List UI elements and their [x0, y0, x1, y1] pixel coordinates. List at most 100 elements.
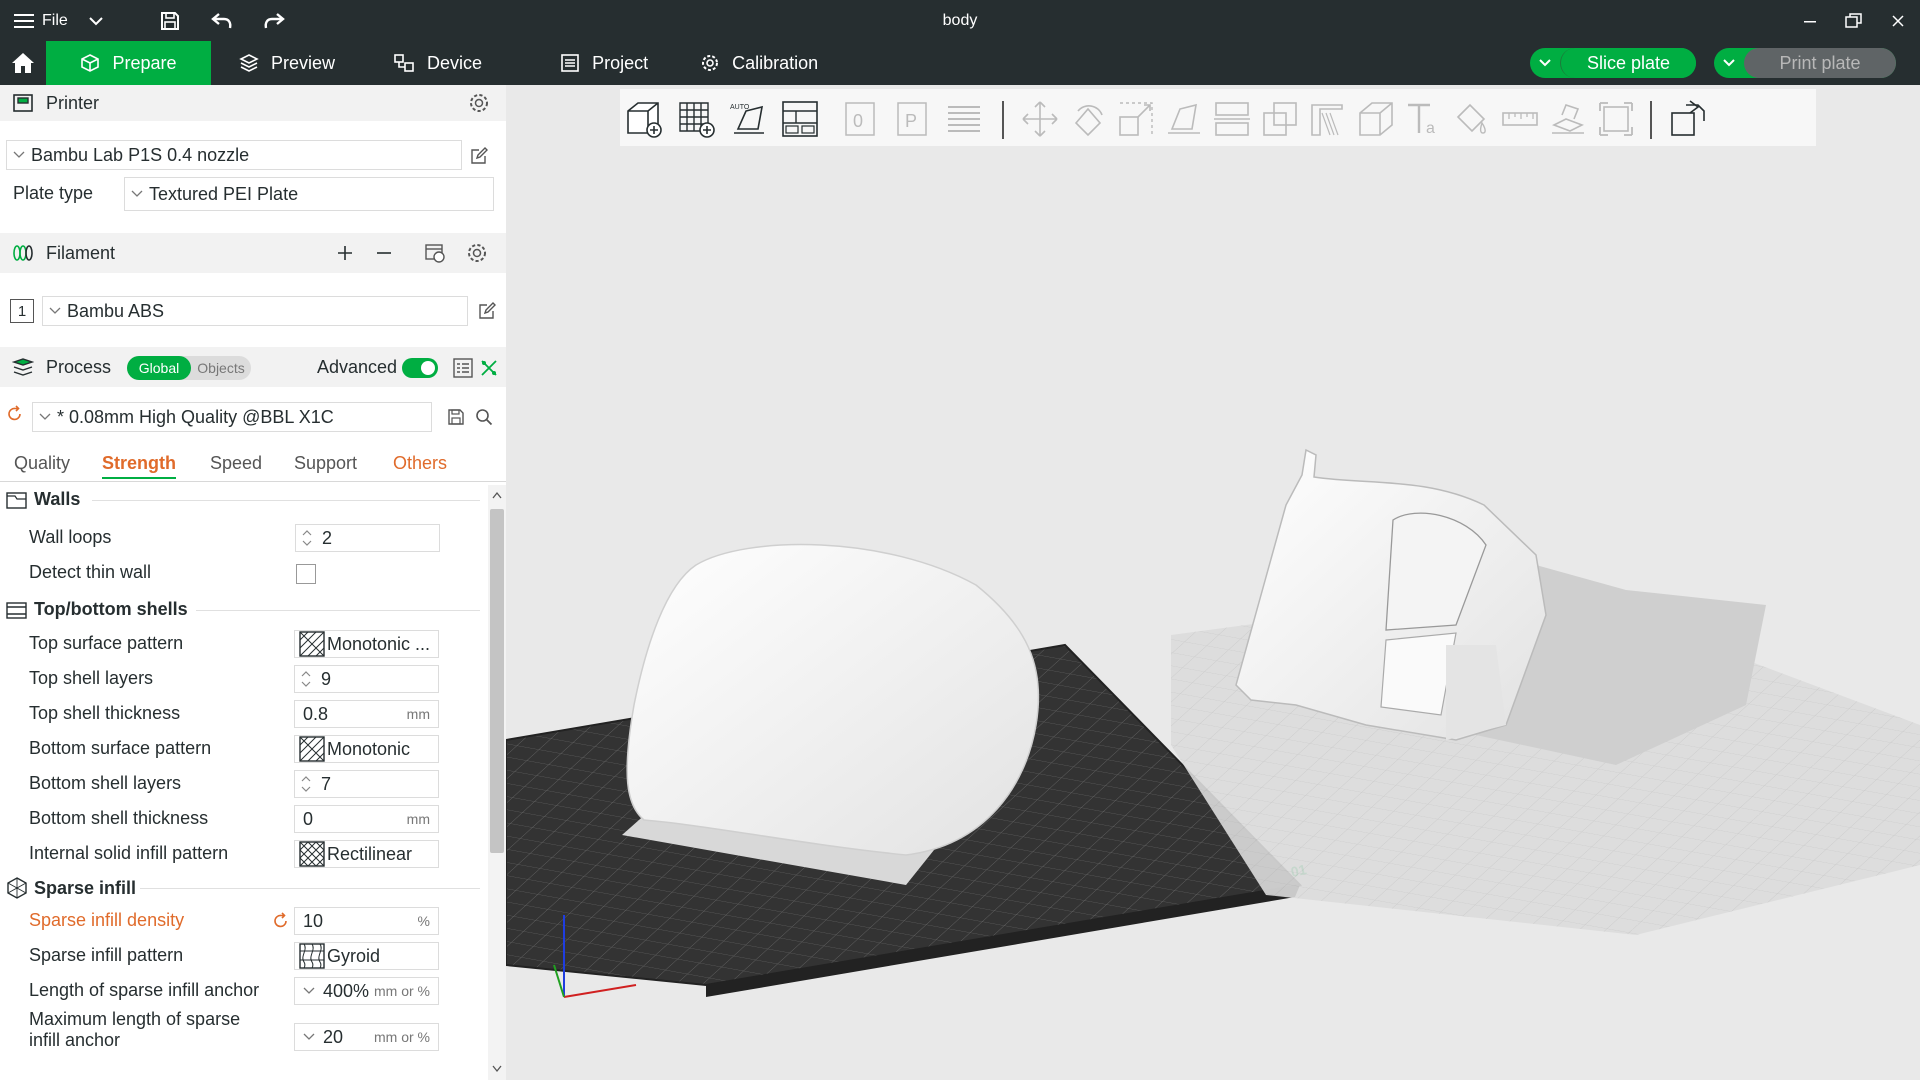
- boolean-icon[interactable]: [1258, 97, 1302, 141]
- filament-settings-icon[interactable]: [464, 240, 490, 266]
- bottom-shell-layers-input[interactable]: 7: [294, 770, 439, 798]
- printer-settings-icon[interactable]: [466, 90, 492, 116]
- tab-device[interactable]: Device: [373, 41, 502, 85]
- edit-printer-icon[interactable]: [466, 143, 492, 169]
- chevron-down-icon: [49, 307, 61, 314]
- restore-icon[interactable]: [1832, 0, 1876, 41]
- scrollbar-thumb[interactable]: [490, 509, 504, 853]
- print-plate-button[interactable]: Print plate: [1744, 48, 1896, 78]
- edit-filament-icon[interactable]: [474, 298, 500, 324]
- add-object-icon[interactable]: [622, 97, 666, 141]
- sparse-infill-density-label: Sparse infill density: [29, 910, 185, 930]
- global-objects-toggle: Global Objects: [127, 356, 251, 380]
- add-plate-icon[interactable]: [674, 97, 718, 141]
- undo-icon[interactable]: [196, 0, 248, 41]
- minimize-icon[interactable]: [1788, 0, 1832, 41]
- 3d-viewport[interactable]: 01: [506, 85, 1920, 1080]
- infill-anchor-combo[interactable]: 400% mm or %: [294, 977, 439, 1005]
- process-preset-select[interactable]: * 0.08mm High Quality @BBL X1C: [32, 402, 432, 432]
- tab-calibration-label: Calibration: [732, 52, 819, 73]
- sparse-infill-pattern-select[interactable]: Gyroid: [294, 942, 439, 970]
- tab-support[interactable]: Support: [294, 453, 357, 474]
- objects-toggle[interactable]: Objects: [191, 356, 251, 380]
- plate-settings-icon[interactable]: P: [890, 97, 934, 141]
- spinner-icon[interactable]: [297, 774, 315, 794]
- orient-icon[interactable]: 0: [838, 97, 882, 141]
- infill-title-text: Sparse infill: [34, 877, 137, 898]
- spinner-icon[interactable]: [297, 669, 315, 689]
- spinner-icon[interactable]: [298, 528, 316, 548]
- layers-edit-icon[interactable]: [942, 97, 986, 141]
- tab-calibration[interactable]: Calibration: [680, 41, 838, 85]
- scale-icon[interactable]: [1114, 97, 1158, 141]
- seam-paint-icon[interactable]: [1354, 97, 1398, 141]
- save-icon[interactable]: [144, 0, 196, 41]
- chevron-down-icon[interactable]: [76, 0, 116, 41]
- move-icon[interactable]: [1018, 97, 1062, 141]
- compare-icon[interactable]: [476, 355, 502, 381]
- scroll-up-icon[interactable]: [492, 491, 502, 499]
- settings-scrollbar[interactable]: [488, 485, 506, 1080]
- wall-loops-value: 2: [322, 527, 333, 548]
- bottom-surface-pattern-select[interactable]: Monotonic: [294, 735, 439, 763]
- bottom-shell-thickness-input[interactable]: 0 mm: [294, 805, 439, 833]
- filament-preset-select[interactable]: Bambu ABS: [42, 296, 468, 326]
- top-surface-pattern-select[interactable]: Monotonic ...: [294, 630, 439, 658]
- close-icon[interactable]: [1876, 0, 1920, 41]
- scroll-down-icon[interactable]: [492, 1065, 502, 1073]
- tab-speed[interactable]: Speed: [210, 453, 262, 474]
- split-objects-icon[interactable]: [1666, 97, 1710, 141]
- tab-others[interactable]: Others: [393, 453, 447, 474]
- slice-options-chevron-icon[interactable]: [1530, 48, 1560, 78]
- title-bar: File body: [0, 0, 1920, 41]
- fit-view-icon[interactable]: [1594, 97, 1638, 141]
- print-options-chevron-icon[interactable]: [1714, 48, 1744, 78]
- unit-label: mm or %: [374, 983, 430, 999]
- tab-quality[interactable]: Quality: [14, 453, 70, 474]
- bottom-shell-layers-label: Bottom shell layers: [29, 773, 182, 793]
- save-preset-icon[interactable]: [444, 405, 468, 429]
- unit-label: mm or %: [374, 1029, 430, 1045]
- global-toggle[interactable]: Global: [127, 356, 191, 380]
- support-paint-icon[interactable]: [1306, 97, 1350, 141]
- reset-icon[interactable]: [4, 403, 26, 425]
- assembly-icon[interactable]: [1546, 97, 1590, 141]
- color-paint-icon[interactable]: [1450, 97, 1494, 141]
- cut-icon[interactable]: [1210, 97, 1254, 141]
- sparse-infill-density-input[interactable]: 10 %: [294, 907, 439, 935]
- auto-orient-icon[interactable]: AUTO: [726, 97, 770, 141]
- slice-plate-button[interactable]: Slice plate: [1560, 48, 1696, 78]
- text-icon[interactable]: a: [1402, 97, 1446, 141]
- redo-icon[interactable]: [248, 0, 300, 41]
- filament-sync-icon[interactable]: [422, 240, 448, 266]
- max-anchor-combo[interactable]: 20 mm or %: [294, 1023, 439, 1051]
- file-menu[interactable]: File: [0, 0, 68, 41]
- rotate-icon[interactable]: [1066, 97, 1110, 141]
- lay-on-face-icon[interactable]: [1162, 97, 1206, 141]
- advanced-switch[interactable]: [402, 358, 438, 378]
- tab-project[interactable]: Project: [540, 41, 668, 85]
- filament-slot-number[interactable]: 1: [10, 299, 34, 323]
- add-filament-icon[interactable]: [332, 240, 358, 266]
- search-icon[interactable]: [472, 405, 496, 429]
- measure-icon[interactable]: [1498, 97, 1542, 141]
- monotonic-pattern-icon: [299, 736, 325, 762]
- sparse-infill-pattern-label: Sparse infill pattern: [29, 945, 184, 965]
- wall-loops-input[interactable]: 2: [295, 524, 440, 552]
- top-shell-thickness-input[interactable]: 0.8 mm: [294, 700, 439, 728]
- printer-preset-select[interactable]: Bambu Lab P1S 0.4 nozzle: [6, 140, 462, 170]
- process-list-icon[interactable]: [450, 355, 476, 381]
- tab-strength[interactable]: Strength: [102, 453, 176, 479]
- tab-prepare-label: Prepare: [112, 52, 177, 73]
- tab-prepare[interactable]: Prepare: [46, 41, 211, 85]
- internal-solid-infill-pattern-select[interactable]: Rectilinear: [294, 840, 439, 868]
- tab-preview[interactable]: Preview: [219, 41, 355, 85]
- top-shell-layers-input[interactable]: 9: [294, 665, 439, 693]
- detect-thin-wall-checkbox[interactable]: [296, 564, 316, 584]
- arrange-icon[interactable]: [778, 97, 822, 141]
- remove-filament-icon[interactable]: [371, 240, 397, 266]
- reset-density-icon[interactable]: [270, 910, 292, 932]
- plate-type-select[interactable]: Textured PEI Plate: [124, 177, 494, 211]
- home-icon[interactable]: [0, 41, 46, 85]
- monotonic-pattern-icon: [299, 631, 325, 657]
